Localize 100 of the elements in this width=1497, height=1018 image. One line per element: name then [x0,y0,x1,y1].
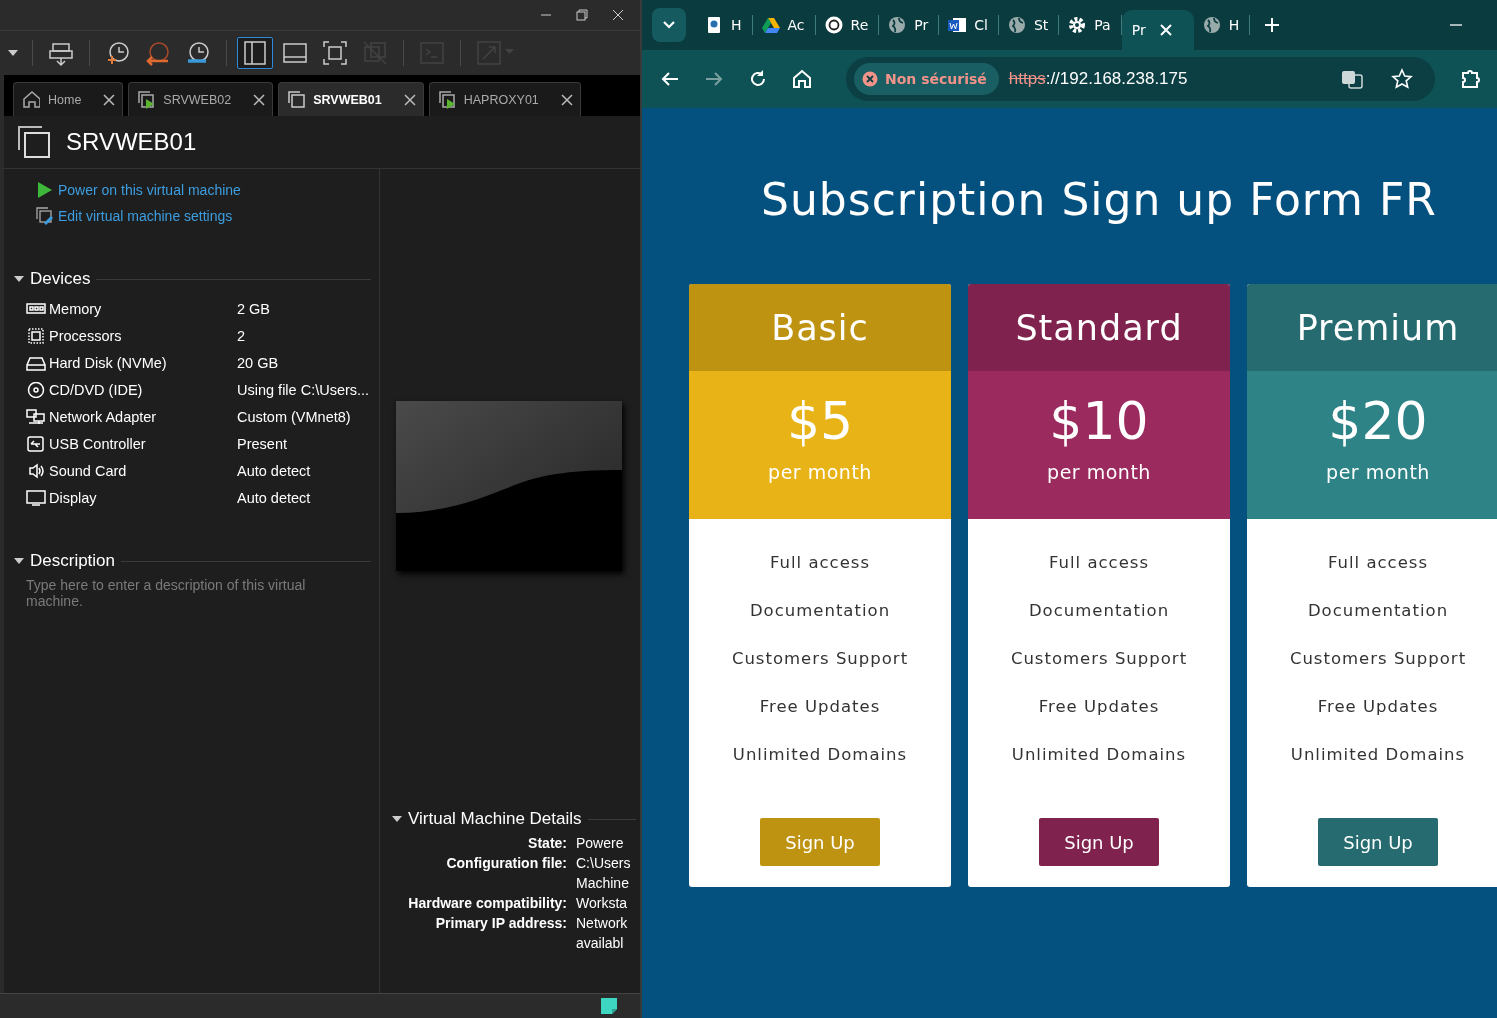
device-name[interactable]: Hard Disk (NVMe) [49,354,167,371]
vm-tab[interactable]: SRVWEB02 [128,82,274,116]
vm-icon [287,90,306,109]
monitor-icon [26,489,46,506]
feature-item: Free Updates [759,696,881,718]
plan-header: Basic [689,284,951,371]
play-icon [36,181,54,199]
browser-tab[interactable]: H [1193,15,1251,35]
device-name[interactable]: CD/DVD (IDE) [49,381,143,398]
plan-header: Standard [968,284,1230,371]
clock-arrow-icon [144,39,172,67]
device-value: Auto detect [237,489,312,506]
document-logo-icon [948,16,967,34]
tab-list-button[interactable] [652,8,686,42]
collapse-arrow-icon[interactable] [392,814,402,824]
close-icon[interactable] [103,93,116,106]
feature-item: Customers Support [731,648,909,670]
close-icon[interactable] [253,93,266,106]
plan-header: Premium [1247,284,1497,371]
feature-item: Full access [1048,552,1150,574]
reload-icon[interactable] [748,69,768,89]
collapse-arrow-icon[interactable] [14,556,24,566]
section-title: Description [30,551,116,571]
sign-up-button[interactable]: Sign Up [1318,818,1438,866]
collapse-arrow-icon[interactable] [14,274,24,284]
triangle-logo-icon [761,16,780,34]
sign-up-button[interactable]: Sign Up [1039,818,1159,866]
price: $5 [786,391,854,451]
processor-icon [26,327,46,344]
close-icon[interactable] [560,93,573,106]
device-value: Custom (VMnet8) [237,408,352,425]
browser-tab[interactable]: Pr [879,15,940,35]
vm-play-icon [437,90,456,109]
detail-label: Hardware compatibility: [407,894,567,913]
price: $10 [1049,391,1149,451]
sidebar-layout-button[interactable] [237,37,273,69]
device-value: Auto detect [237,462,312,479]
device-value: 2 [237,327,247,344]
extensions-icon[interactable] [1459,68,1481,90]
device-name[interactable]: Sound Card [49,462,127,479]
browser-tab[interactable]: Cl [939,15,999,35]
fullscreen-icon [321,39,349,67]
browser-tab[interactable]: Re [815,15,880,35]
browser-tab[interactable]: St [998,15,1060,35]
feature-item: Customers Support [1010,648,1188,670]
detail-value: Worksta [576,894,629,913]
error-icon [862,71,878,87]
billing-period: per month [1047,461,1151,483]
device-name[interactable]: USB Controller [49,435,146,452]
vm-tab[interactable]: Home [13,82,124,116]
feature-item: Full access [769,552,871,574]
device-value: Using file C:\Users... [237,381,371,398]
browser-tab[interactable]: Pa [1059,15,1122,35]
detail-label: Primary IP address: [434,914,567,933]
home-icon [22,90,40,109]
globe-icon [888,16,907,34]
close-icon[interactable] [403,93,416,106]
page-title: Subscription Sign up Form FR [761,174,1438,225]
url-field[interactable]: https://192.168.238.175 [1008,69,1331,89]
detail-value: Machine [576,874,630,893]
vm-tab[interactable]: HAPROXY01 [428,82,581,116]
device-name[interactable]: Processors [49,327,122,344]
gear-icon [1068,16,1087,34]
feature-item: Unlimited Domains [1011,744,1187,766]
device-name[interactable]: Memory [49,300,102,317]
detail-label: State: [527,834,567,853]
edit-settings-link[interactable]: Edit virtual machine settings [14,203,371,229]
device-value: 2 GB [237,300,272,317]
browser-tab[interactable]: Pr [1121,10,1194,50]
new-tab-icon[interactable] [1264,17,1281,33]
close-icon[interactable] [610,7,626,23]
network-icon [26,408,46,425]
feature-item: Documentation [749,600,891,622]
billing-period: per month [1326,461,1430,483]
speaker-icon [26,462,46,479]
detail-label: Configuration file: [445,854,567,873]
home-icon[interactable] [792,69,812,89]
memory-icon [26,300,46,317]
feature-item: Free Updates [1038,696,1160,718]
note-icon[interactable] [600,997,618,1015]
vm-title: SRVWEB01 [66,128,197,156]
vm-tab[interactable]: SRVWEB01 [278,82,424,116]
description-field[interactable]: Type here to enter a description of this virtual machine. [26,577,346,621]
section-title: Virtual Machine Details [408,809,582,829]
feature-item: Free Updates [1317,696,1439,718]
device-name[interactable]: Display [49,489,97,506]
power-on-link[interactable]: Power on this virtual machine [14,177,371,203]
dropdown-arrow-icon [8,50,18,56]
device-value: Present [237,435,288,452]
browser-tab[interactable]: Ac [752,15,816,35]
vm-play-icon [137,90,156,109]
detail-value: Network [576,914,629,933]
sidebar-layout-icon [241,39,269,67]
device-name[interactable]: Network Adapter [49,408,157,425]
restore-icon[interactable] [574,7,590,23]
app-icon [705,16,723,34]
star-icon[interactable] [1391,68,1413,90]
feature-item: Documentation [1307,600,1449,622]
browser-tab[interactable]: H [696,15,753,35]
feature-item: Documentation [1028,600,1170,622]
